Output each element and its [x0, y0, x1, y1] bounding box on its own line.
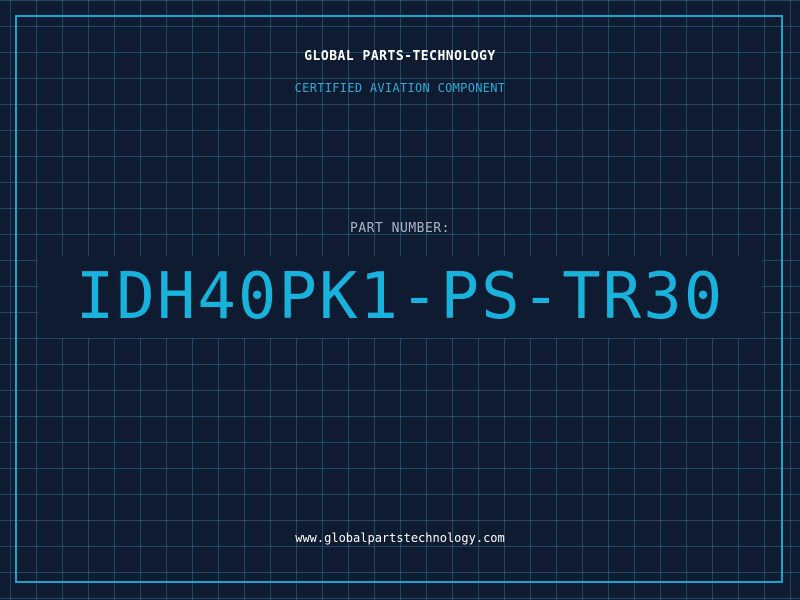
- part-number-label: PART NUMBER:: [350, 221, 450, 236]
- company-name: GLOBAL PARTS-TECHNOLOGY: [304, 49, 496, 64]
- certification-subtitle: CERTIFIED AVIATION COMPONENT: [294, 81, 506, 95]
- part-card: GLOBAL PARTS-TECHNOLOGY CERTIFIED AVIATI…: [0, 0, 800, 600]
- website-url: www.globalpartstechnology.com: [295, 531, 505, 545]
- part-number-value: IDH40PK1-PS-TR30: [75, 260, 725, 334]
